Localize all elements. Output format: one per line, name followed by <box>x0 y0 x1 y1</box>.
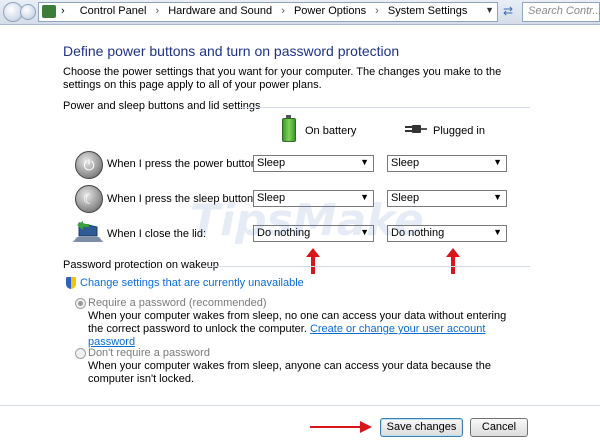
plug-icon <box>405 125 427 133</box>
battery-icon <box>282 115 296 142</box>
address-toolbar: › Control Panel › Hardware and Sound › P… <box>0 0 600 25</box>
plugged-in-header: Plugged in <box>433 125 485 137</box>
power-button-icon: ⏻ <box>75 151 103 179</box>
dont-require-password-radio[interactable] <box>75 348 86 359</box>
require-password-description: When your computer wakes from sleep, no … <box>88 310 518 349</box>
search-input[interactable]: Search Contr... <box>522 2 600 22</box>
breadcrumb-hardware-and-sound[interactable]: Hardware and Sound <box>168 5 272 17</box>
page-description: Choose the power settings that you want … <box>63 66 502 91</box>
annotation-arrow-up-icon <box>306 248 320 274</box>
address-bar[interactable]: › Control Panel › Hardware and Sound › P… <box>38 2 498 22</box>
section-divider <box>240 107 530 108</box>
power-button-plugged-value: Sleep <box>391 157 420 169</box>
change-unavailable-settings-link[interactable]: Change settings that are currently unava… <box>80 277 304 289</box>
breadcrumb-power-options[interactable]: Power Options <box>294 5 366 17</box>
annotation-arrow-up-icon <box>446 248 460 274</box>
power-button-label: When I press the power button: <box>107 158 260 170</box>
breadcrumb-system-settings[interactable]: System Settings <box>388 5 467 17</box>
footer-divider <box>0 405 600 406</box>
power-button-battery-value: Sleep <box>257 157 286 169</box>
chevron-down-icon: ▼ <box>493 157 502 167</box>
save-changes-button[interactable]: Save changes <box>380 418 463 437</box>
page-title: Define power buttons and turn on passwor… <box>63 43 400 59</box>
watermark: TipsMake <box>190 195 424 246</box>
on-battery-header: On battery <box>305 125 357 137</box>
forward-button[interactable] <box>20 4 36 20</box>
breadcrumb-chevron-icon: › <box>61 5 65 17</box>
section-divider <box>205 266 530 267</box>
breadcrumb: › Control Panel › Hardware and Sound › P… <box>61 5 468 17</box>
search-placeholder: Search Contr... <box>528 5 600 17</box>
power-button-battery-select[interactable]: Sleep ▼ <box>253 155 374 172</box>
cancel-button[interactable]: Cancel <box>470 418 528 437</box>
require-password-label: Require a password (recommended) <box>88 297 267 309</box>
laptop-lid-icon <box>73 221 103 242</box>
sleep-button-icon: ☾ <box>75 185 103 213</box>
password-section-title: Password protection on wakeup <box>63 259 219 271</box>
chevron-down-icon: ▼ <box>493 192 502 202</box>
power-section-title: Power and sleep buttons and lid settings <box>63 100 261 112</box>
refresh-icon[interactable]: ⇄ <box>500 3 516 19</box>
annotation-arrow-right-icon <box>310 421 372 433</box>
require-password-radio[interactable] <box>75 298 86 309</box>
power-button-plugged-select[interactable]: Sleep ▼ <box>387 155 507 172</box>
control-panel-icon <box>42 5 56 18</box>
breadcrumb-control-panel[interactable]: Control Panel <box>80 5 147 17</box>
uac-shield-icon <box>66 277 76 289</box>
dont-require-password-description: When your computer wakes from sleep, any… <box>88 360 491 385</box>
chevron-down-icon: ▼ <box>360 157 369 167</box>
chevron-down-icon: ▼ <box>493 227 502 237</box>
dont-require-password-label: Don't require a password <box>88 347 210 359</box>
chevron-down-icon[interactable]: ▼ <box>485 5 494 15</box>
